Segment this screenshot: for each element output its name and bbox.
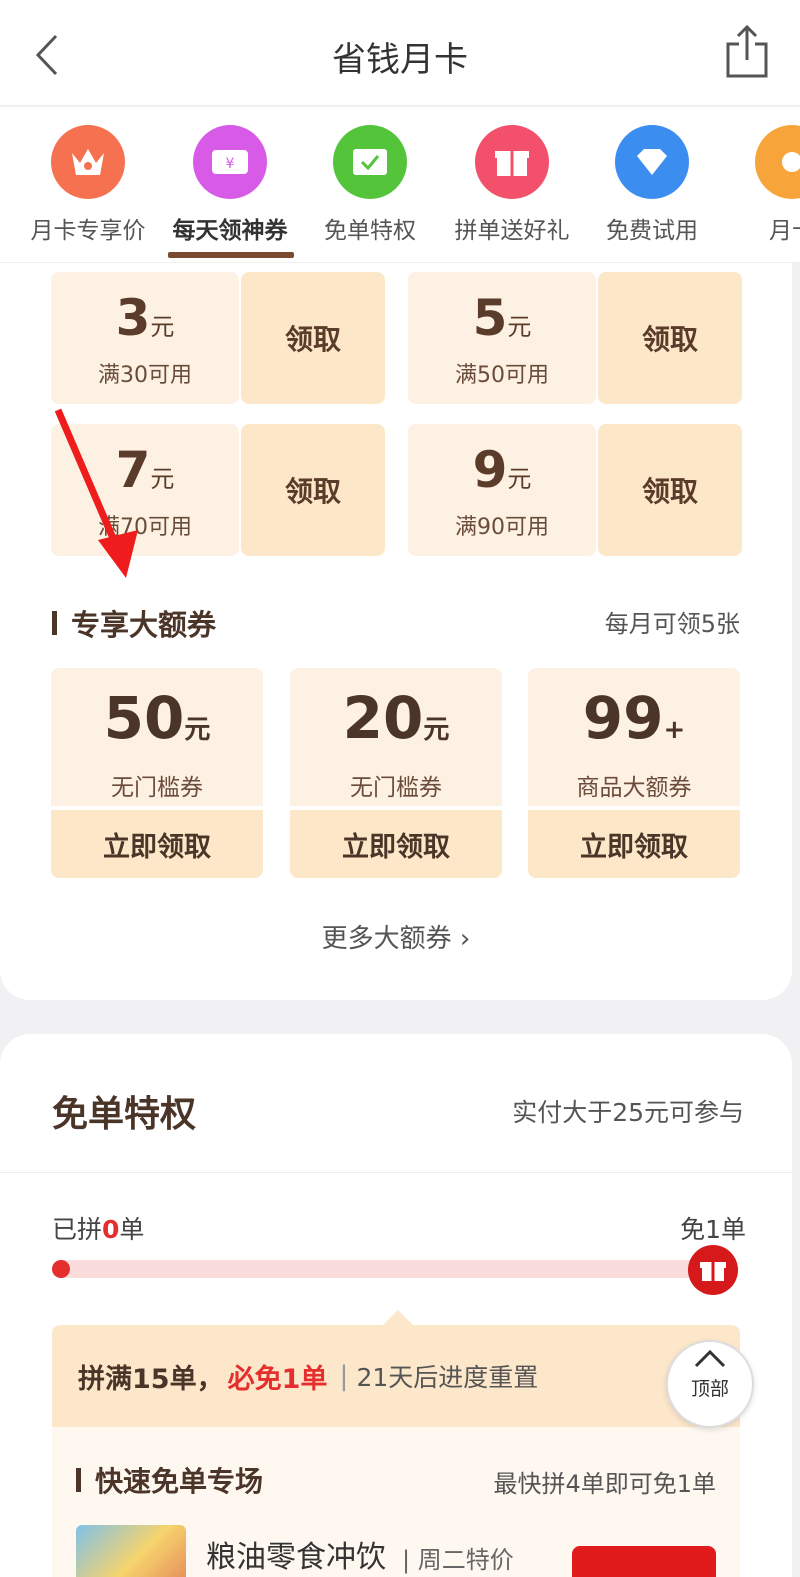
tab-free-trial[interactable]: 免费试用 [582, 125, 722, 245]
coupon-item: 3元 满30可用 领取 [51, 272, 385, 404]
red-arrow-annotation [54, 408, 138, 578]
active-tab-indicator [168, 252, 294, 258]
back-to-top-button[interactable]: 顶部 [666, 1340, 754, 1428]
nav-bar: 省钱月卡 [0, 0, 800, 106]
tab-free-order[interactable]: 免单特权 [300, 125, 440, 245]
progress-fill [52, 1260, 70, 1278]
progress-track [52, 1260, 722, 1278]
tab-daily-coupon[interactable]: ¥ 每天领神券 [160, 125, 300, 245]
quick-free-note: 最快拼4单即可免1单 [493, 1470, 716, 1498]
tab-monthly-price[interactable]: 月卡专享价 [18, 125, 158, 245]
gift-icon [688, 1245, 738, 1295]
coupon-item: 9元 满90可用 领取 [408, 424, 742, 556]
claim-now-button[interactable]: 立即领取 [528, 810, 740, 878]
ticket-icon: ¥ [193, 125, 267, 199]
coupon-value: 3元 满30可用 [51, 272, 239, 404]
divider [0, 1172, 792, 1173]
category-tabs: 月卡专享价 ¥ 每天领神券 免单特权 拼单送好礼 免费试用 月卡 [0, 107, 800, 263]
coupon-value: 9元 满90可用 [408, 424, 596, 556]
diamond-icon [615, 125, 689, 199]
progress-goal: 免1单 [680, 1215, 746, 1244]
claim-button[interactable]: 领取 [598, 424, 742, 556]
big-coupon: 99+ 商品大额券 立即领取 [528, 668, 740, 878]
coupon-value: 5元 满50可用 [408, 272, 596, 404]
tab-monthly-card[interactable]: 月卡 [722, 125, 800, 245]
product-action-button[interactable] [572, 1546, 716, 1577]
product-name[interactable]: 粮油零食冲饮 [206, 1532, 386, 1576]
coupon-item: 5元 满50可用 领取 [408, 272, 742, 404]
claim-button[interactable]: 领取 [241, 424, 385, 556]
progress-label: 已拼0单 [52, 1215, 145, 1244]
chevron-up-icon [694, 1349, 726, 1368]
tab-group-gift[interactable]: 拼单送好礼 [442, 125, 582, 245]
free-order-note: 实付大于25元可参与 [512, 1098, 744, 1127]
product-thumbnail[interactable] [76, 1525, 186, 1577]
gift-icon [475, 125, 549, 199]
check-card-icon [333, 125, 407, 199]
svg-text:¥: ¥ [226, 156, 235, 172]
banner-pointer [382, 1310, 414, 1326]
big-coupon: 50元 无门槛券 立即领取 [51, 668, 263, 878]
crown-icon [51, 125, 125, 199]
free-order-banner: 拼满15单， 必免1单 | 21天后进度重置 [52, 1325, 740, 1427]
claim-now-button[interactable]: 立即领取 [290, 810, 502, 878]
claim-now-button[interactable]: 立即领取 [51, 810, 263, 878]
section-note: 每月可领5张 [604, 610, 740, 638]
free-order-title: 免单特权 [52, 1094, 197, 1135]
claim-button[interactable]: 领取 [241, 272, 385, 404]
more-coupons-link[interactable]: 更多大额券 › [0, 918, 792, 955]
share-icon[interactable] [724, 24, 770, 80]
claim-button[interactable]: 领取 [598, 272, 742, 404]
coin-icon [755, 125, 800, 199]
page-title: 省钱月卡 [332, 40, 468, 80]
big-coupon: 20元 无门槛券 立即领取 [290, 668, 502, 878]
quick-free-title: 快速免单专场 [76, 1460, 263, 1500]
product-tag: | 周二特价 [402, 1546, 514, 1574]
section-title: 专享大额券 [52, 602, 216, 644]
